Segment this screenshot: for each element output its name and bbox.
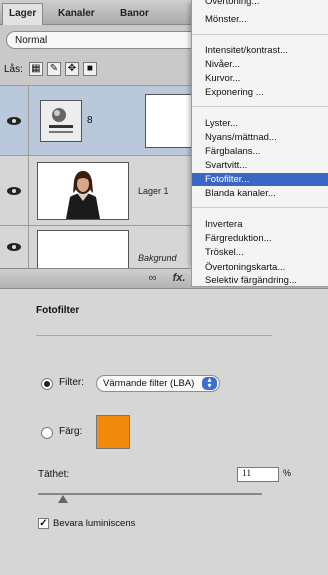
menu-item-monster[interactable]: Mönster... (192, 13, 328, 26)
layer-name[interactable]: Bakgrund (138, 253, 177, 263)
menu-separator (192, 207, 328, 208)
lager-1-thumbnail (37, 162, 129, 220)
blend-mode-select[interactable]: Normal (6, 31, 206, 49)
divider (36, 335, 272, 336)
density-input[interactable]: 11 (237, 467, 279, 482)
menu-item-troskel[interactable]: Tröskel... (192, 246, 328, 259)
adjustment-menu: Övertoning... Mönster... Intensitet/kont… (191, 0, 328, 265)
menu-item-fargbalans[interactable]: Färgbalans... (192, 145, 328, 158)
photo-filter-icon (49, 108, 73, 133)
visibility-toggle[interactable] (0, 226, 29, 268)
menu-item-selektiv[interactable]: Selektiv färgändring... (191, 274, 328, 287)
menu-item-kurvor[interactable]: Kurvor... (192, 72, 328, 85)
filter-select-value: Värmande filter (LBA) (103, 378, 195, 389)
preserve-luminosity-checkbox[interactable]: ✓ (38, 518, 49, 529)
lock-all-icon[interactable]: ■ (82, 62, 97, 76)
panel-title: Fotofilter (36, 305, 80, 316)
select-arrows-icon: ▴ ▾ (202, 376, 217, 390)
menu-item-blanda-kanaler[interactable]: Blanda kanaler... (192, 187, 328, 200)
menu-item-overtoningskarta[interactable]: Övertoningskarta... (191, 261, 328, 274)
tab-kanaler[interactable]: Kanaler (52, 4, 101, 24)
chain-link-icon[interactable]: 8 (87, 115, 93, 126)
density-slider-track[interactable] (38, 493, 262, 495)
menu-item-lyster[interactable]: Lyster... (192, 117, 328, 130)
lock-transparency-icon[interactable]: ▦ (28, 62, 43, 76)
eye-icon (7, 186, 21, 195)
visibility-toggle[interactable] (0, 86, 29, 155)
color-swatch[interactable] (96, 415, 130, 449)
density-unit: % (283, 468, 292, 478)
layer-name[interactable]: Lager 1 (138, 186, 169, 196)
menu-item-fotofilter[interactable]: Fotofilter... (192, 173, 328, 186)
lock-paint-icon[interactable]: ✎ (46, 62, 61, 76)
link-icon[interactable]: ∞ (146, 272, 159, 285)
filter-select[interactable]: Värmande filter (LBA) ▴ ▾ (96, 375, 220, 392)
adjustment-thumbnail (40, 100, 82, 142)
menu-item-invertera[interactable]: Invertera (192, 218, 328, 231)
color-label: Färg: (59, 426, 83, 437)
eye-icon (7, 116, 21, 125)
preserve-luminosity-label: Bevara luminiscens (53, 518, 136, 529)
visibility-toggle[interactable] (0, 156, 29, 225)
tab-banor[interactable]: Banor (114, 4, 155, 24)
lock-move-icon[interactable]: ✥ (64, 62, 79, 76)
filter-label: Filter: (59, 377, 84, 388)
woman-portrait-image (38, 163, 128, 219)
fx-icon[interactable]: fx. (170, 272, 188, 285)
menu-item-fargreduktion[interactable]: Färgreduktion... (192, 232, 328, 245)
menu-item-exponering[interactable]: Exponering ... (192, 86, 328, 99)
menu-item-svartvitt[interactable]: Svartvitt... (192, 159, 328, 172)
eye-icon (7, 243, 21, 251)
filter-radio[interactable] (41, 378, 53, 390)
menu-item-overtoning[interactable]: Övertoning... (192, 0, 328, 8)
menu-item-intensitet[interactable]: Intensitet/kontrast... (192, 44, 328, 57)
menu-item-nyans[interactable]: Nyans/mättnad... (192, 131, 328, 144)
lock-row: Lås: ▦ ✎ ✥ ■ (4, 60, 97, 78)
tab-lager[interactable]: Lager (2, 3, 44, 25)
photo-filter-panel: Fotofilter Filter: Värmande filter (LBA)… (0, 288, 328, 575)
menu-separator (192, 34, 328, 35)
color-radio[interactable] (41, 427, 53, 439)
menu-item-nivaer[interactable]: Nivåer... (192, 58, 328, 71)
menu-separator (192, 106, 328, 107)
lock-label: Lås: (4, 63, 23, 75)
density-label: Täthet: (38, 469, 70, 480)
density-slider-thumb[interactable] (57, 495, 68, 503)
